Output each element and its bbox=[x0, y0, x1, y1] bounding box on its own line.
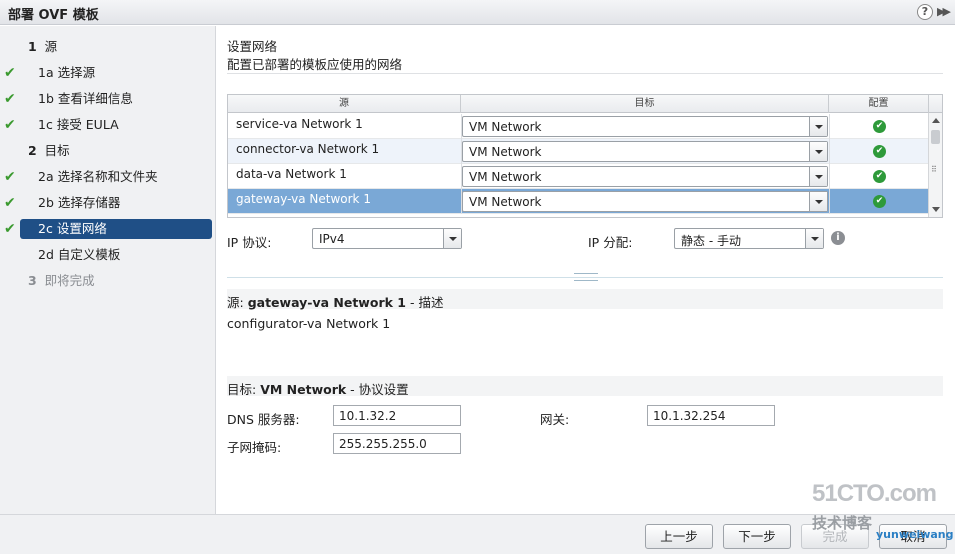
chevron-down-icon[interactable] bbox=[809, 142, 827, 161]
table-row[interactable]: service-va Network 1 VM Network ✔ bbox=[228, 114, 928, 139]
watermark-text: 技术博客 bbox=[812, 514, 873, 532]
source-description-header: 源: gateway-va Network 1 - 描述 bbox=[227, 289, 943, 310]
destination-network-name: VM Network bbox=[260, 382, 347, 397]
check-icon: ✔ bbox=[4, 169, 16, 185]
grip-icon: ⠿ bbox=[931, 165, 937, 174]
check-icon: ✔ bbox=[4, 117, 16, 133]
table-row[interactable]: data-va Network 1 VM Network ✔ bbox=[228, 164, 928, 189]
destination-network-select[interactable]: VM Network bbox=[462, 116, 828, 137]
step-1c-accept-eula[interactable]: ✔ 1c 接受 EULA bbox=[0, 115, 216, 135]
main-panel: 设置网络 配置已部署的模板应使用的网络 源 目标 配置 service-va N… bbox=[217, 26, 955, 514]
step-1b-review-details[interactable]: ✔ 1b 查看详细信息 bbox=[0, 89, 216, 109]
table-row-selected[interactable]: gateway-va Network 1 VM Network ✔ bbox=[228, 189, 928, 214]
check-icon: ✔ bbox=[4, 195, 16, 211]
chevron-down-icon[interactable] bbox=[809, 167, 827, 186]
step-2d-customize-template[interactable]: 2d 自定义模板 bbox=[0, 245, 216, 265]
ip-allocation-label: IP 分配: bbox=[588, 235, 633, 250]
ip-protocol-label: IP 协议: bbox=[227, 235, 272, 250]
step-2-destination[interactable]: 2 目标 bbox=[0, 141, 216, 161]
back-button[interactable]: 上一步 bbox=[645, 524, 713, 549]
source-network: service-va Network 1 bbox=[236, 117, 363, 131]
page-title: 设置网络 bbox=[227, 39, 278, 54]
scroll-thumb[interactable] bbox=[931, 130, 940, 144]
ip-protocol-select[interactable]: IPv4 bbox=[312, 228, 462, 249]
table-header: 源 目标 配置 bbox=[228, 95, 942, 113]
source-description-text: configurator-va Network 1 bbox=[227, 316, 391, 331]
ip-allocation-select[interactable]: 静态 - 手动 bbox=[674, 228, 824, 249]
column-header-source[interactable]: 源 bbox=[228, 95, 461, 113]
scroll-down-icon[interactable] bbox=[932, 207, 940, 212]
gateway-label: 网关: bbox=[540, 412, 570, 427]
dns-server-label: DNS 服务器: bbox=[227, 412, 300, 427]
chevron-down-icon[interactable] bbox=[805, 229, 823, 248]
status-ok-icon: ✔ bbox=[873, 170, 886, 183]
splitter-handle[interactable] bbox=[574, 273, 598, 281]
source-network: data-va Network 1 bbox=[236, 167, 347, 181]
destination-network-select[interactable]: VM Network bbox=[462, 166, 828, 187]
wizard-steps-panel: 1 源 ✔ 1a 选择源 ✔ 1b 查看详细信息 ✔ 1c 接受 EULA 2 … bbox=[0, 26, 216, 514]
column-header-destination[interactable]: 目标 bbox=[461, 95, 829, 113]
chevron-down-icon[interactable] bbox=[443, 229, 461, 248]
check-icon: ✔ bbox=[4, 221, 16, 237]
source-network: connector-va Network 1 bbox=[236, 142, 380, 156]
step-1-source[interactable]: 1 源 bbox=[0, 37, 216, 57]
gateway-field[interactable]: 10.1.32.254 bbox=[647, 405, 775, 426]
window-title: 部署 OVF 模板 bbox=[8, 8, 99, 23]
step-2c-setup-networks[interactable]: ✔ 2c 设置网络 bbox=[0, 219, 216, 239]
source-network: gateway-va Network 1 bbox=[236, 192, 371, 206]
destination-network-select[interactable]: VM Network bbox=[462, 141, 828, 162]
window-titlebar: 部署 OVF 模板 ? ▶▶ bbox=[0, 0, 955, 25]
column-header-configuration[interactable]: 配置 bbox=[829, 95, 929, 113]
chevron-down-icon[interactable] bbox=[809, 117, 827, 136]
network-mapping-table: 源 目标 配置 service-va Network 1 VM Network … bbox=[227, 94, 943, 218]
step-2a-name-folder[interactable]: ✔ 2a 选择名称和文件夹 bbox=[0, 167, 216, 187]
next-button[interactable]: 下一步 bbox=[723, 524, 791, 549]
table-row[interactable]: connector-va Network 1 VM Network ✔ bbox=[228, 139, 928, 164]
dns-server-field[interactable]: 10.1.32.2 bbox=[333, 405, 461, 426]
page-subtitle: 配置已部署的模板应使用的网络 bbox=[227, 57, 403, 72]
help-icon[interactable]: ? bbox=[917, 4, 933, 20]
step-2b-select-storage[interactable]: ✔ 2b 选择存储器 bbox=[0, 193, 216, 213]
step-3-ready-to-complete: 3 即将完成 bbox=[28, 273, 95, 288]
info-icon[interactable]: i bbox=[831, 231, 845, 245]
netmask-field[interactable]: 255.255.255.0 bbox=[333, 433, 461, 454]
scroll-up-icon[interactable] bbox=[932, 118, 940, 123]
destination-network-select[interactable]: VM Network bbox=[462, 191, 828, 212]
step-1a-select-source[interactable]: ✔ 1a 选择源 bbox=[0, 63, 216, 83]
watermark-subtext: yunweiwang bbox=[876, 528, 954, 541]
divider bbox=[227, 73, 943, 74]
status-ok-icon: ✔ bbox=[873, 195, 886, 208]
watermark-logo: 51CTO.com bbox=[812, 480, 937, 507]
table-scrollbar[interactable]: ⠿ bbox=[928, 113, 942, 217]
check-icon: ✔ bbox=[4, 65, 16, 81]
expand-icon[interactable]: ▶▶ bbox=[937, 4, 953, 20]
check-icon: ✔ bbox=[4, 91, 16, 107]
chevron-down-icon[interactable] bbox=[809, 192, 827, 211]
status-ok-icon: ✔ bbox=[873, 120, 886, 133]
netmask-label: 子网掩码: bbox=[227, 440, 282, 455]
source-network-name: gateway-va Network 1 bbox=[247, 295, 406, 310]
status-ok-icon: ✔ bbox=[873, 145, 886, 158]
destination-protocol-header: 目标: VM Network - 协议设置 bbox=[227, 376, 943, 397]
